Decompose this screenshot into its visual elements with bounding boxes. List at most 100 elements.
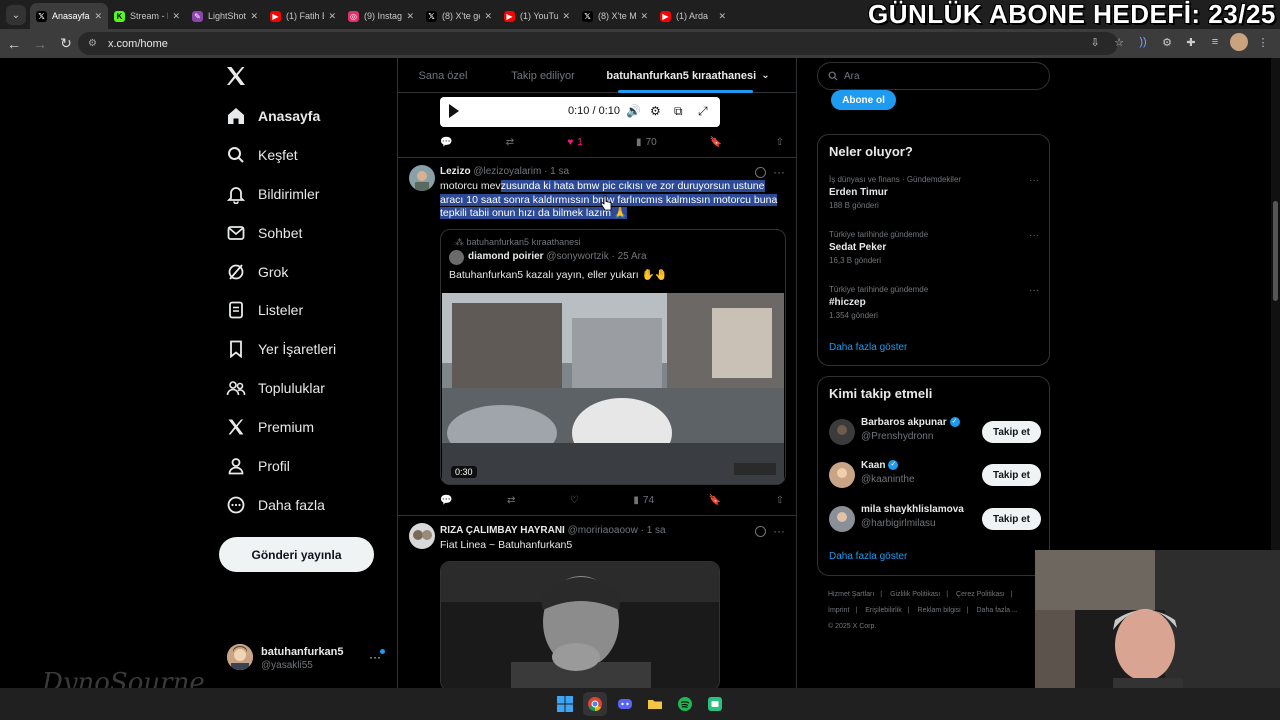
nav-item-profile[interactable]: Profil <box>226 454 290 478</box>
fullscreen-icon[interactable]: ⤢ <box>698 104 708 119</box>
browser-tab[interactable]: 𝕏 (8) X'te genç ✕ <box>420 3 498 29</box>
nav-item-bookmarks[interactable]: Yer İşaretleri <box>226 337 336 361</box>
share-icon[interactable]: ⇧ <box>776 137 784 148</box>
tab-close-icon[interactable]: ✕ <box>484 11 492 22</box>
nav-item-premium[interactable]: Premium <box>226 415 314 439</box>
x-logo-icon[interactable] <box>224 64 248 88</box>
address-bar[interactable]: ⚙ x.com/home <box>78 32 1118 55</box>
retweet-icon[interactable]: ⇄ <box>507 495 515 506</box>
reply-icon[interactable]: 💬 <box>440 495 452 506</box>
app-icon[interactable] <box>703 692 727 716</box>
star-icon[interactable]: ☆ <box>1110 33 1128 51</box>
tweet-time[interactable]: · 1 sa <box>641 525 666 536</box>
search-input[interactable]: Ara <box>817 62 1050 90</box>
author-handle[interactable]: @lezizoyalarim <box>473 166 541 177</box>
grok-icon[interactable] <box>755 167 766 178</box>
bookmark-icon[interactable]: 🔖 <box>709 495 721 506</box>
settings-icon[interactable]: ⚙ <box>650 104 661 118</box>
more-icon[interactable]: ··· <box>773 524 785 538</box>
browser-tab[interactable]: ✎ LightShot ta ✕ <box>186 3 264 29</box>
footer-link[interactable]: Hizmet Şartları <box>828 591 874 598</box>
browser-tab[interactable]: 𝕏 Anasayfa / X ✕ <box>30 3 108 29</box>
nav-item-chat[interactable]: Sohbet <box>226 221 302 245</box>
account-switcher[interactable]: batuhanfurkan5 @yasakli55 ··· <box>227 644 387 674</box>
browser-tab[interactable]: ▶ (1) Arda ✕ <box>654 3 732 29</box>
video-player-controls[interactable]: 0:10 / 0:10 🔊 ⚙ ⧉ ⤢ <box>440 97 720 127</box>
tab-community[interactable]: batuhanfurkan5 kıraathanesi ⌄ <box>598 58 778 93</box>
reading-list-icon[interactable]: ≡ <box>1206 33 1224 51</box>
reply-icon[interactable]: 💬 <box>440 137 452 148</box>
avatar[interactable] <box>409 523 435 549</box>
tab-close-icon[interactable]: ✕ <box>328 11 336 22</box>
extension-icon[interactable]: ⚙ <box>1158 33 1176 51</box>
follow-button[interactable]: Takip et <box>982 421 1041 443</box>
show-more-link[interactable]: Daha fazla göster <box>829 342 907 353</box>
site-info-icon[interactable]: ⚙ <box>88 38 100 50</box>
footer-link[interactable]: Daha fazla ... <box>977 607 1018 614</box>
spotify-icon[interactable] <box>673 692 697 716</box>
install-icon[interactable]: ⇩ <box>1086 33 1104 51</box>
scrollbar-thumb[interactable] <box>1273 201 1278 301</box>
bookmark-icon[interactable]: 🔖 <box>710 137 722 148</box>
pip-icon[interactable]: ⧉ <box>674 104 683 119</box>
nav-item-communities[interactable]: Topluluklar <box>226 376 325 400</box>
author-name[interactable]: RIZA ÇALIMBAY HAYRANI <box>440 525 565 536</box>
video-thumbnail[interactable]: 0:30 <box>442 293 784 484</box>
browser-tab[interactable]: K Stream - Kic ✕ <box>108 3 186 29</box>
tab-close-icon[interactable]: ✕ <box>640 11 648 22</box>
tab-following[interactable]: Takip ediliyor <box>488 58 598 93</box>
more-icon[interactable]: ··· <box>1029 285 1039 296</box>
trend-item[interactable]: Türkiye tarihinde gündemde #hiczep 1.354… <box>829 285 1039 320</box>
nav-item-more[interactable]: Daha fazla <box>226 493 325 517</box>
forward-icon[interactable]: → <box>28 32 52 56</box>
puzzle-icon[interactable]: ✚ <box>1182 33 1200 51</box>
reload-icon[interactable]: ↻ <box>54 32 78 56</box>
browser-tab[interactable]: ◎ (9) Instagram ✕ <box>342 3 420 29</box>
audio-icon[interactable]: )) <box>1134 33 1152 51</box>
browser-tab[interactable]: 𝕏 (8) X'te Meh ✕ <box>576 3 654 29</box>
footer-link[interactable]: Erişilebilirlik <box>865 607 902 614</box>
footer-link[interactable]: Çerez Politikası <box>956 591 1005 598</box>
show-more-link[interactable]: Daha fazla göster <box>829 551 907 562</box>
like-icon[interactable]: ♡ <box>570 495 579 506</box>
like-button[interactable]: ♥ 1 <box>567 137 583 148</box>
follow-suggestion[interactable]: mila shaykhlislamova @harbigirlmilasu Ta… <box>829 504 1041 538</box>
tweet-time[interactable]: · 1 sa <box>544 166 569 177</box>
avatar[interactable] <box>409 165 435 191</box>
footer-link[interactable]: Reklam bilgisi <box>918 607 961 614</box>
nav-item-lists[interactable]: Listeler <box>226 298 303 322</box>
author-name[interactable]: Lezizo <box>440 166 471 177</box>
footer-link[interactable]: İmprint <box>828 607 849 614</box>
tab-close-icon[interactable]: ✕ <box>250 11 258 22</box>
folder-icon[interactable] <box>643 692 667 716</box>
profile-avatar-icon[interactable] <box>1230 33 1248 51</box>
tab-close-icon[interactable]: ✕ <box>562 11 570 22</box>
play-icon[interactable] <box>449 104 459 118</box>
nav-item-notifications[interactable]: Bildirimler <box>226 182 319 206</box>
nav-item-grok[interactable]: Grok <box>226 260 288 284</box>
menu-icon[interactable]: ⋮ <box>1254 33 1272 51</box>
retweet-icon[interactable]: ⇄ <box>506 137 514 148</box>
tweet-image[interactable] <box>440 561 720 691</box>
volume-icon[interactable]: 🔊 <box>626 104 641 118</box>
more-icon[interactable]: ··· <box>1029 230 1039 241</box>
more-icon[interactable]: ··· <box>1029 175 1039 186</box>
views-button[interactable]: ▮ 74 <box>633 495 654 506</box>
chrome-icon[interactable] <box>583 692 607 716</box>
footer-link[interactable]: Gizlilik Politikası <box>890 591 940 598</box>
browser-tab[interactable]: ▶ (1) Fatih Bulu ✕ <box>264 3 342 29</box>
follow-suggestion[interactable]: Kaan ✓ @kaaninthe Takip et <box>829 460 1041 494</box>
tab-close-icon[interactable]: ✕ <box>172 11 180 22</box>
windows-start-icon[interactable] <box>553 692 577 716</box>
follow-button[interactable]: Takip et <box>982 464 1041 486</box>
share-icon[interactable]: ⇧ <box>776 495 784 506</box>
more-icon[interactable]: ··· <box>773 165 785 179</box>
views-button[interactable]: ▮ 70 <box>636 137 657 148</box>
tab-search-icon[interactable]: ⌄ <box>6 5 26 25</box>
author-handle[interactable]: @moririaoaoow <box>568 525 638 536</box>
nav-item-home[interactable]: Anasayfa <box>226 104 320 128</box>
discord-icon[interactable] <box>613 692 637 716</box>
browser-tab[interactable]: ▶ (1) YouTube ✕ <box>498 3 576 29</box>
post-button[interactable]: Gönderi yayınla <box>219 537 374 572</box>
subscribe-button[interactable]: Abone ol <box>831 90 896 110</box>
